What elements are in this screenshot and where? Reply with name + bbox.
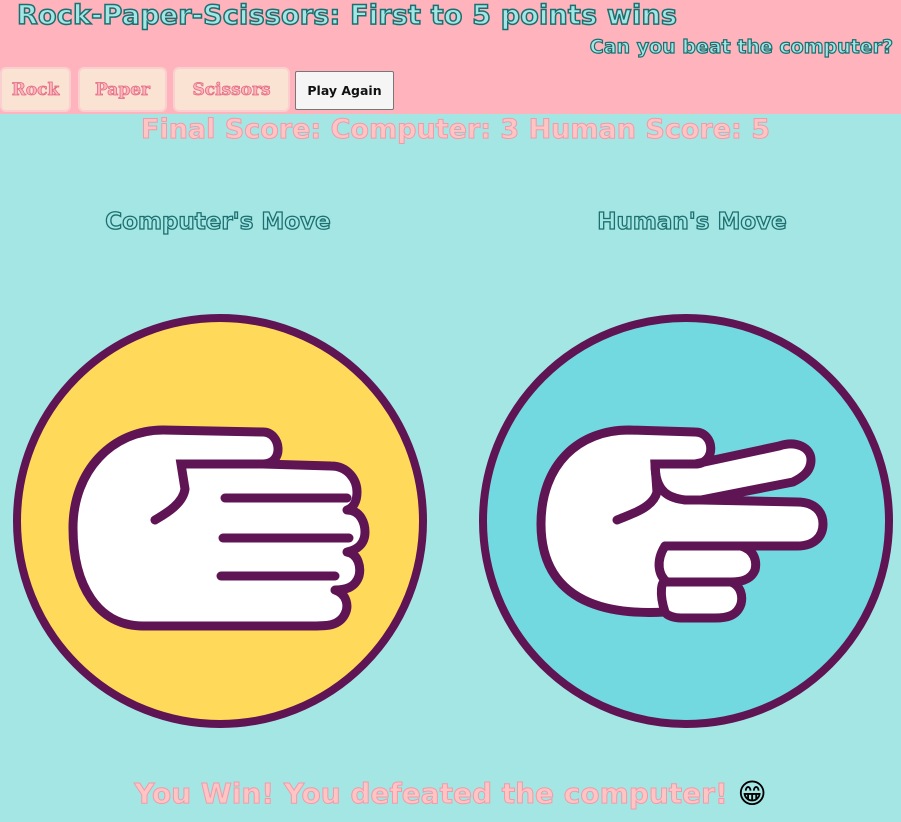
- result-text: You Win! You defeated the computer!: [134, 777, 728, 811]
- computer-move-label: Computer's Move: [105, 208, 332, 235]
- paper-button[interactable]: Paper: [78, 67, 167, 112]
- final-score: Final Score: Computer: 3 Human Score: 5: [141, 114, 771, 146]
- scissors-hand-icon: [479, 314, 893, 728]
- paper-hand-icon: [13, 314, 427, 728]
- rock-button[interactable]: Rock: [0, 67, 71, 112]
- human-move-label: Human's Move: [597, 208, 788, 235]
- play-again-button[interactable]: Play Again: [295, 71, 394, 110]
- page-title: Rock-Paper-Scissors: First to 5 points w…: [16, 0, 678, 32]
- result-message: You Win! You defeated the computer! 😁: [0, 777, 901, 811]
- scissors-button[interactable]: Scissors: [173, 67, 290, 112]
- grinning-face-icon: 😁: [737, 777, 767, 810]
- page-subtitle: Can you beat the computer?: [589, 35, 893, 58]
- header-bar: Rock-Paper-Scissors: First to 5 points w…: [0, 0, 901, 114]
